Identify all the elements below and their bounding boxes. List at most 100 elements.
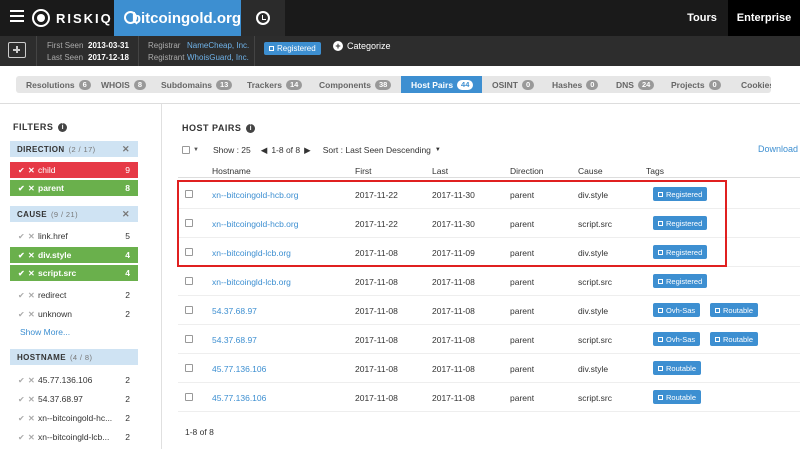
row-checkbox[interactable] [185,306,193,314]
filter-item-child[interactable]: ✔ ✕ child 9 [10,162,138,178]
tag-badge[interactable]: Routable [653,361,702,375]
exclude-icon[interactable]: ✕ [28,269,38,278]
tab-cookies[interactable]: Cookies [731,76,771,93]
table-row[interactable]: 54.37.68.97 2017-11-08 2017-11-08 parent div… [178,296,800,325]
tab-trackers[interactable]: Trackers 14 [237,76,309,93]
check-icon[interactable]: ✔ [18,184,28,193]
search-query[interactable]: bitcoingold.org [132,10,241,27]
hostname-link[interactable]: xn--bitcoingold-hcb.org [212,219,298,229]
categorize-button[interactable]: + Categorize [333,41,391,51]
exclude-icon[interactable]: ✕ [28,184,38,193]
table-row[interactable]: 45.77.136.106 2017-11-08 2017-11-08 parent d… [178,354,800,383]
tag-badge[interactable]: Registered [653,245,708,259]
row-checkbox[interactable] [185,277,193,285]
col-first[interactable]: First [355,166,372,176]
exclude-icon[interactable]: ✕ [28,166,38,175]
exclude-icon[interactable]: ✕ [28,376,38,385]
filter-group-hostname[interactable]: HOSTNAME (4 / 8) [10,349,138,365]
filter-group-direction[interactable]: DIRECTION (2 / 17) ✕ [10,141,138,157]
col-tags[interactable]: Tags [646,166,664,176]
check-icon[interactable]: ✔ [18,269,28,278]
table-row[interactable]: xn--bitcoingold-hcb.org 2017-11-22 2017-11… [178,180,800,209]
filter-item-parent[interactable]: ✔ ✕ parent 8 [10,180,138,196]
check-icon[interactable]: ✔ [18,232,28,241]
exclude-icon[interactable]: ✕ [28,232,38,241]
tab-dns[interactable]: DNS 24 [606,76,661,93]
prev-page-icon[interactable]: ◀ [261,145,268,156]
filter-item-unknown[interactable]: ✔ ✕ unknown 2 [10,306,138,322]
check-icon[interactable]: ✔ [18,414,28,423]
tag-badge[interactable]: Routable [710,303,759,317]
filter-item-hostname[interactable]: ✔ ✕ xn--bitcoingld-lcb... 2 [10,429,138,445]
col-cause[interactable]: Cause [578,166,603,176]
hostname-link[interactable]: xn--bitcoingld-lcb.org [212,248,291,258]
exclude-icon[interactable]: ✕ [28,310,38,319]
filter-item-hostname[interactable]: ✔ ✕ xn--bitcoingold-hc... 2 [10,410,138,426]
check-icon[interactable]: ✔ [18,310,28,319]
hostname-link[interactable]: xn--bitcoingld-lcb.org [212,277,291,287]
row-checkbox[interactable] [185,190,193,198]
sort-chevron-icon[interactable]: ▼ [435,147,441,153]
exclude-icon[interactable]: ✕ [28,414,38,423]
tab-components[interactable]: Components 38 [309,76,401,93]
tag-badge[interactable]: Registered [653,216,708,230]
exclude-icon[interactable]: ✕ [28,433,38,442]
hamburger-menu-icon[interactable] [10,10,24,22]
search-box[interactable]: bitcoingold.org [114,0,241,36]
table-row[interactable]: xn--bitcoingold-hcb.org 2017-11-22 2017-11… [178,209,800,238]
chevron-down-icon[interactable]: ▼ [193,147,199,153]
riskiq-logo[interactable]: RISKIQ [32,8,113,28]
tag-badge[interactable]: Routable [653,390,702,404]
info-icon[interactable]: i [58,122,68,132]
exclude-icon[interactable]: ✕ [28,395,38,404]
check-icon[interactable]: ✔ [18,251,28,260]
page-size-select[interactable]: Show : 25 [213,145,251,155]
tag-badge[interactable]: Ovh-Sas [653,303,701,317]
add-to-project-icon[interactable] [8,42,26,58]
exclude-icon[interactable]: ✕ [28,251,38,260]
tours-button[interactable]: Tours [676,0,728,36]
tab-host-pairs[interactable]: Host Pairs 44 [401,76,482,93]
tab-hashes[interactable]: Hashes 0 [542,76,606,93]
tab-resolutions[interactable]: Resolutions 6 [16,76,91,93]
col-hostname[interactable]: Hostname [212,166,251,176]
enterprise-button[interactable]: Enterprise [728,0,800,36]
tab-subdomains[interactable]: Subdomains 13 [151,76,237,93]
col-direction[interactable]: Direction [510,166,544,176]
exclude-icon[interactable]: ✕ [28,291,38,300]
filter-item-hostname[interactable]: ✔ ✕ 45.77.136.106 2 [10,372,138,388]
hostname-link[interactable]: 45.77.136.106 [212,364,266,374]
filter-group-cause[interactable]: CAUSE (9 / 21) ✕ [10,206,138,222]
select-all-checkbox[interactable] [182,146,190,154]
row-checkbox[interactable] [185,248,193,256]
table-row[interactable]: xn--bitcoingld-lcb.org 2017-11-08 2017-11-… [178,238,800,267]
row-checkbox[interactable] [185,335,193,343]
info-icon[interactable]: i [246,123,256,133]
tag-badge[interactable]: Ovh-Sas [653,332,701,346]
registered-badge[interactable]: Registered [264,42,321,55]
check-icon[interactable]: ✔ [18,376,28,385]
hostname-link[interactable]: xn--bitcoingold-hcb.org [212,190,298,200]
clear-filter-icon[interactable]: ✕ [122,144,130,155]
row-checkbox[interactable] [185,219,193,227]
next-page-icon[interactable]: ▶ [304,145,311,156]
check-icon[interactable]: ✔ [18,291,28,300]
download-button[interactable]: Download [758,144,798,154]
check-icon[interactable]: ✔ [18,395,28,404]
tab-whois[interactable]: WHOIS 8 [91,76,151,93]
show-more-link[interactable]: Show More... [20,327,70,337]
check-icon[interactable]: ✔ [18,433,28,442]
hostname-link[interactable]: 54.37.68.97 [212,306,257,316]
filter-item-link-href[interactable]: ✔ ✕ link.href 5 [10,228,138,244]
history-button[interactable] [241,0,285,36]
filter-item-redirect[interactable]: ✔ ✕ redirect 2 [10,287,138,303]
filter-item-script-src[interactable]: ✔ ✕ script.src 4 [10,265,138,281]
filter-item-hostname[interactable]: ✔ ✕ 54.37.68.97 2 [10,391,138,407]
registrar-link[interactable]: NameCheap, Inc. [187,41,249,50]
table-row[interactable]: 54.37.68.97 2017-11-08 2017-11-08 parent scr… [178,325,800,354]
col-last[interactable]: Last [432,166,448,176]
row-checkbox[interactable] [185,364,193,372]
row-checkbox[interactable] [185,393,193,401]
tab-osint[interactable]: OSINT 0 [482,76,542,93]
filter-item-div-style[interactable]: ✔ ✕ div.style 4 [10,247,138,263]
